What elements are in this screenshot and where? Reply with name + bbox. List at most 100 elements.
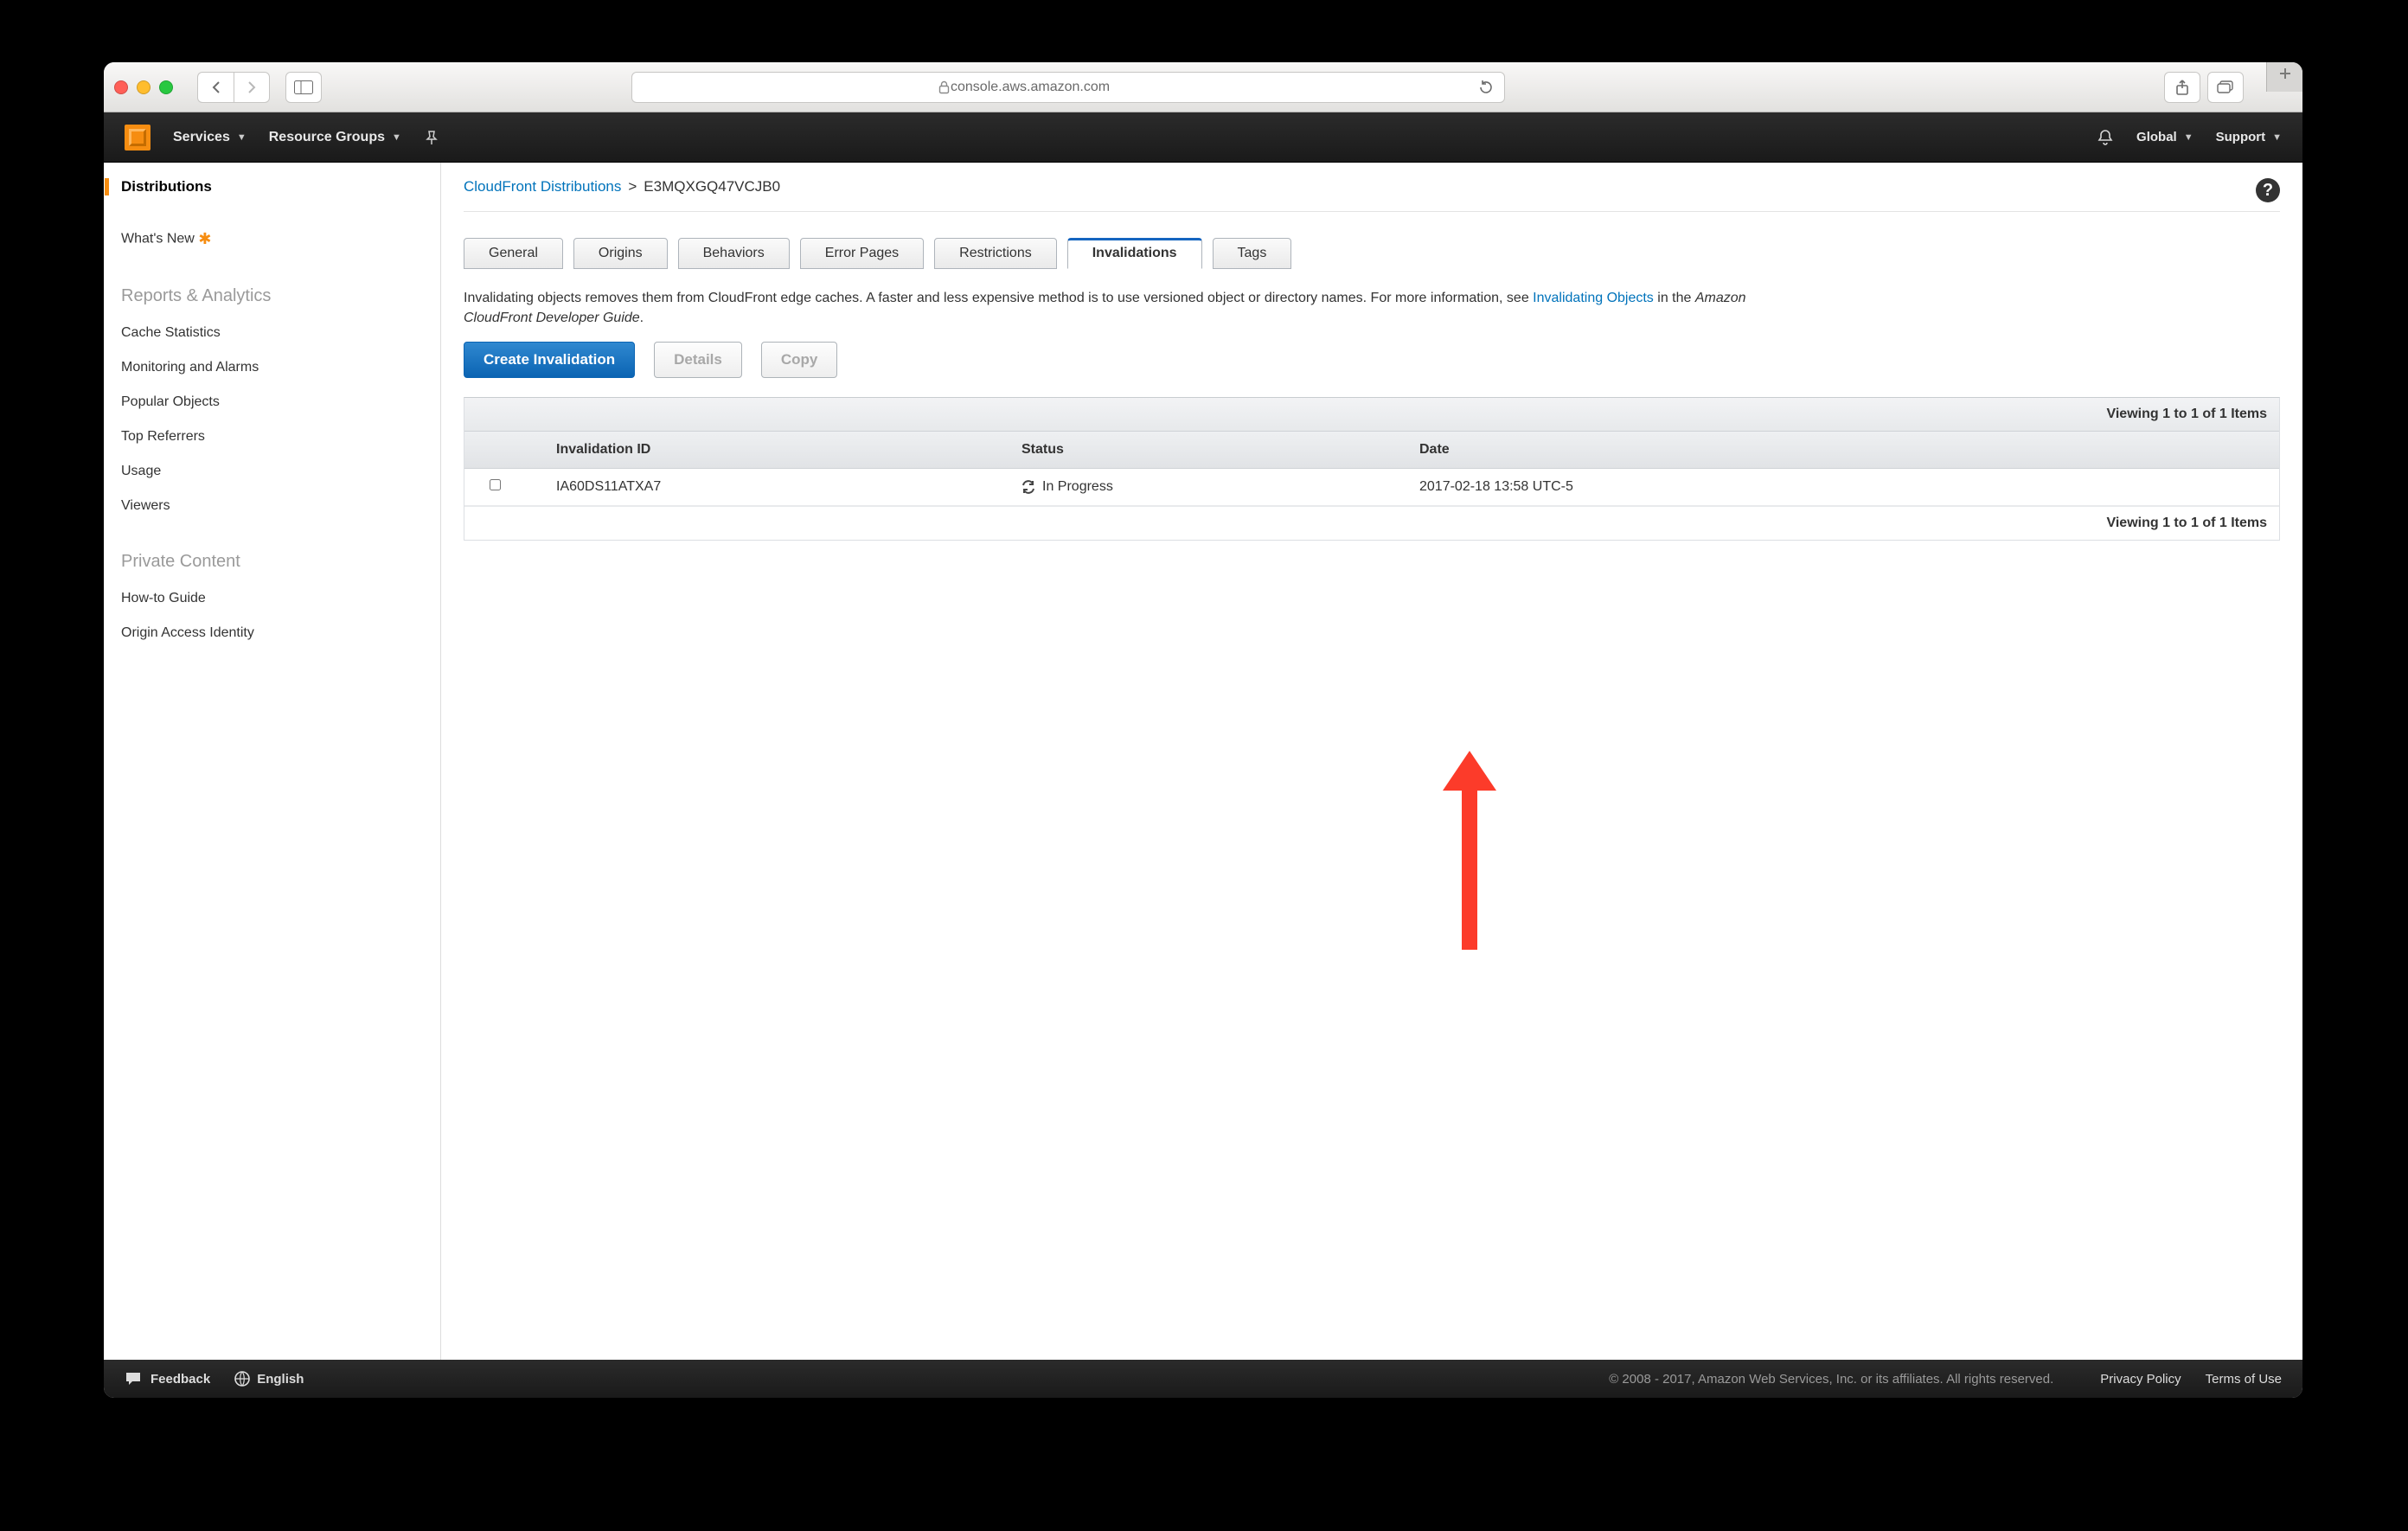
header-select-all <box>464 432 525 468</box>
sidebar-item-label: Monitoring and Alarms <box>121 360 259 375</box>
share-button[interactable] <box>2164 72 2200 103</box>
row-date: 2017-02-18 13:58 UTC-5 <box>1407 469 2184 505</box>
in-progress-icon <box>1021 480 1035 494</box>
sidebar-toggle-button[interactable] <box>285 72 322 103</box>
table-summary-top: Viewing 1 to 1 of 1 Items <box>464 398 2279 432</box>
resource-groups-label: Resource Groups <box>269 130 385 145</box>
copy-button[interactable]: Copy <box>761 342 838 378</box>
help-icon[interactable]: ? <box>2256 178 2280 202</box>
close-window-button[interactable] <box>114 80 128 94</box>
privacy-policy-link[interactable]: Privacy Policy <box>2100 1372 2181 1387</box>
main-panel: ? CloudFront Distributions > E3MQXGQ47VC… <box>441 163 2302 1360</box>
support-menu[interactable]: Support ▼ <box>2216 130 2282 144</box>
sidebar-item-cache-statistics[interactable]: Cache Statistics <box>121 318 419 348</box>
resource-groups-menu[interactable]: Resource Groups ▼ <box>269 130 401 145</box>
breadcrumb-current: E3MQXGQ47VCJB0 <box>644 178 780 195</box>
button-label: Create Invalidation <box>484 351 615 368</box>
chevron-down-icon: ▼ <box>392 132 401 143</box>
invalidations-table: Viewing 1 to 1 of 1 Items Invalidation I… <box>464 397 2280 541</box>
sidebar-item-how-to-guide[interactable]: How-to Guide <box>121 584 419 613</box>
sidebar: Distributions What's New ✱ Reports & Ana… <box>104 163 441 1360</box>
safari-toolbar: console.aws.amazon.com <box>104 62 2302 112</box>
description-text: in the <box>1654 291 1695 305</box>
row-checkbox[interactable] <box>490 479 501 490</box>
breadcrumb: CloudFront Distributions > E3MQXGQ47VCJB… <box>464 178 2280 212</box>
footer-copyright: © 2008 - 2017, Amazon Web Services, Inc.… <box>1609 1372 2053 1387</box>
details-button[interactable]: Details <box>654 342 742 378</box>
tab-behaviors[interactable]: Behaviors <box>678 238 790 269</box>
nav-buttons <box>197 72 270 103</box>
tab-label: Restrictions <box>959 246 1032 260</box>
address-bar[interactable]: console.aws.amazon.com <box>631 72 1505 103</box>
tab-label: Behaviors <box>703 246 765 260</box>
notifications-icon[interactable] <box>2097 129 2114 146</box>
sidebar-item-distributions[interactable]: Distributions <box>105 178 419 195</box>
header-status[interactable]: Status <box>1009 432 1407 468</box>
lock-icon <box>938 80 950 93</box>
minimize-window-button[interactable] <box>137 80 150 94</box>
sidebar-section-private: Private Content <box>121 552 419 572</box>
sidebar-item-viewers[interactable]: Viewers <box>121 491 419 521</box>
sidebar-item-label: Cache Statistics <box>121 325 221 340</box>
tab-invalidations[interactable]: Invalidations <box>1067 238 1202 269</box>
header-date[interactable]: Date <box>1407 432 2184 468</box>
chevron-down-icon: ▼ <box>2272 132 2282 143</box>
button-label: Copy <box>781 351 818 368</box>
sidebar-item-label: Distributions <box>121 178 212 195</box>
reload-icon[interactable] <box>1478 80 1494 95</box>
chevron-down-icon: ▼ <box>237 132 247 143</box>
sidebar-item-monitoring-alarms[interactable]: Monitoring and Alarms <box>121 353 419 382</box>
language-selector[interactable]: English <box>257 1372 304 1387</box>
sidebar-item-top-referrers[interactable]: Top Referrers <box>121 422 419 452</box>
annotation-arrow <box>1462 785 1477 950</box>
feedback-icon <box>125 1371 142 1387</box>
sidebar-item-label: Popular Objects <box>121 394 220 409</box>
chevron-down-icon: ▼ <box>2184 132 2193 143</box>
description-text: . <box>640 311 644 325</box>
tab-origins[interactable]: Origins <box>573 238 668 269</box>
tabs-button[interactable] <box>2207 72 2244 103</box>
sidebar-item-origin-access-identity[interactable]: Origin Access Identity <box>121 618 419 648</box>
forward-button[interactable] <box>234 72 270 103</box>
tab-label: General <box>489 246 538 260</box>
address-bar-url: console.aws.amazon.com <box>951 80 1110 95</box>
new-tab-button[interactable] <box>2266 62 2302 92</box>
zoom-window-button[interactable] <box>159 80 173 94</box>
tab-restrictions[interactable]: Restrictions <box>934 238 1057 269</box>
breadcrumb-separator: > <box>628 178 637 195</box>
pin-icon[interactable] <box>424 130 439 145</box>
services-menu[interactable]: Services ▼ <box>173 130 247 145</box>
tab-error-pages[interactable]: Error Pages <box>800 238 924 269</box>
button-label: Details <box>674 351 722 368</box>
feedback-link[interactable]: Feedback <box>150 1372 210 1387</box>
tab-tags[interactable]: Tags <box>1213 238 1292 269</box>
window-controls <box>114 80 173 94</box>
sidebar-item-usage[interactable]: Usage <box>121 457 419 486</box>
sidebar-item-label: Usage <box>121 464 161 478</box>
globe-icon <box>234 1371 250 1387</box>
tab-label: Error Pages <box>825 246 899 260</box>
support-label: Support <box>2216 130 2266 144</box>
tab-label: Tags <box>1238 246 1267 260</box>
sidebar-item-whats-new[interactable]: What's New ✱ <box>121 223 419 255</box>
tab-description: Invalidating objects removes them from C… <box>464 288 1813 328</box>
row-checkbox-cell <box>464 469 525 505</box>
sidebar-section-reports: Reports & Analytics <box>121 286 419 306</box>
invalidating-objects-link[interactable]: Invalidating Objects <box>1533 291 1654 305</box>
services-menu-label: Services <box>173 130 230 145</box>
table-row[interactable]: IA60DS11ATXA7 In Progress 2017-02-18 13:… <box>464 469 2279 506</box>
tab-general[interactable]: General <box>464 238 563 269</box>
new-star-icon: ✱ <box>198 230 211 247</box>
header-invalidation-id[interactable]: Invalidation ID <box>525 432 1009 468</box>
sidebar-item-label: Origin Access Identity <box>121 625 254 640</box>
region-menu[interactable]: Global ▼ <box>2136 130 2193 144</box>
create-invalidation-button[interactable]: Create Invalidation <box>464 342 635 378</box>
breadcrumb-root-link[interactable]: CloudFront Distributions <box>464 178 621 195</box>
terms-of-use-link[interactable]: Terms of Use <box>2206 1372 2282 1387</box>
aws-logo-icon[interactable] <box>125 125 150 151</box>
sidebar-item-label: How-to Guide <box>121 591 206 605</box>
tab-label: Origins <box>599 246 643 260</box>
region-label: Global <box>2136 130 2177 144</box>
sidebar-item-popular-objects[interactable]: Popular Objects <box>121 388 419 417</box>
back-button[interactable] <box>197 72 234 103</box>
